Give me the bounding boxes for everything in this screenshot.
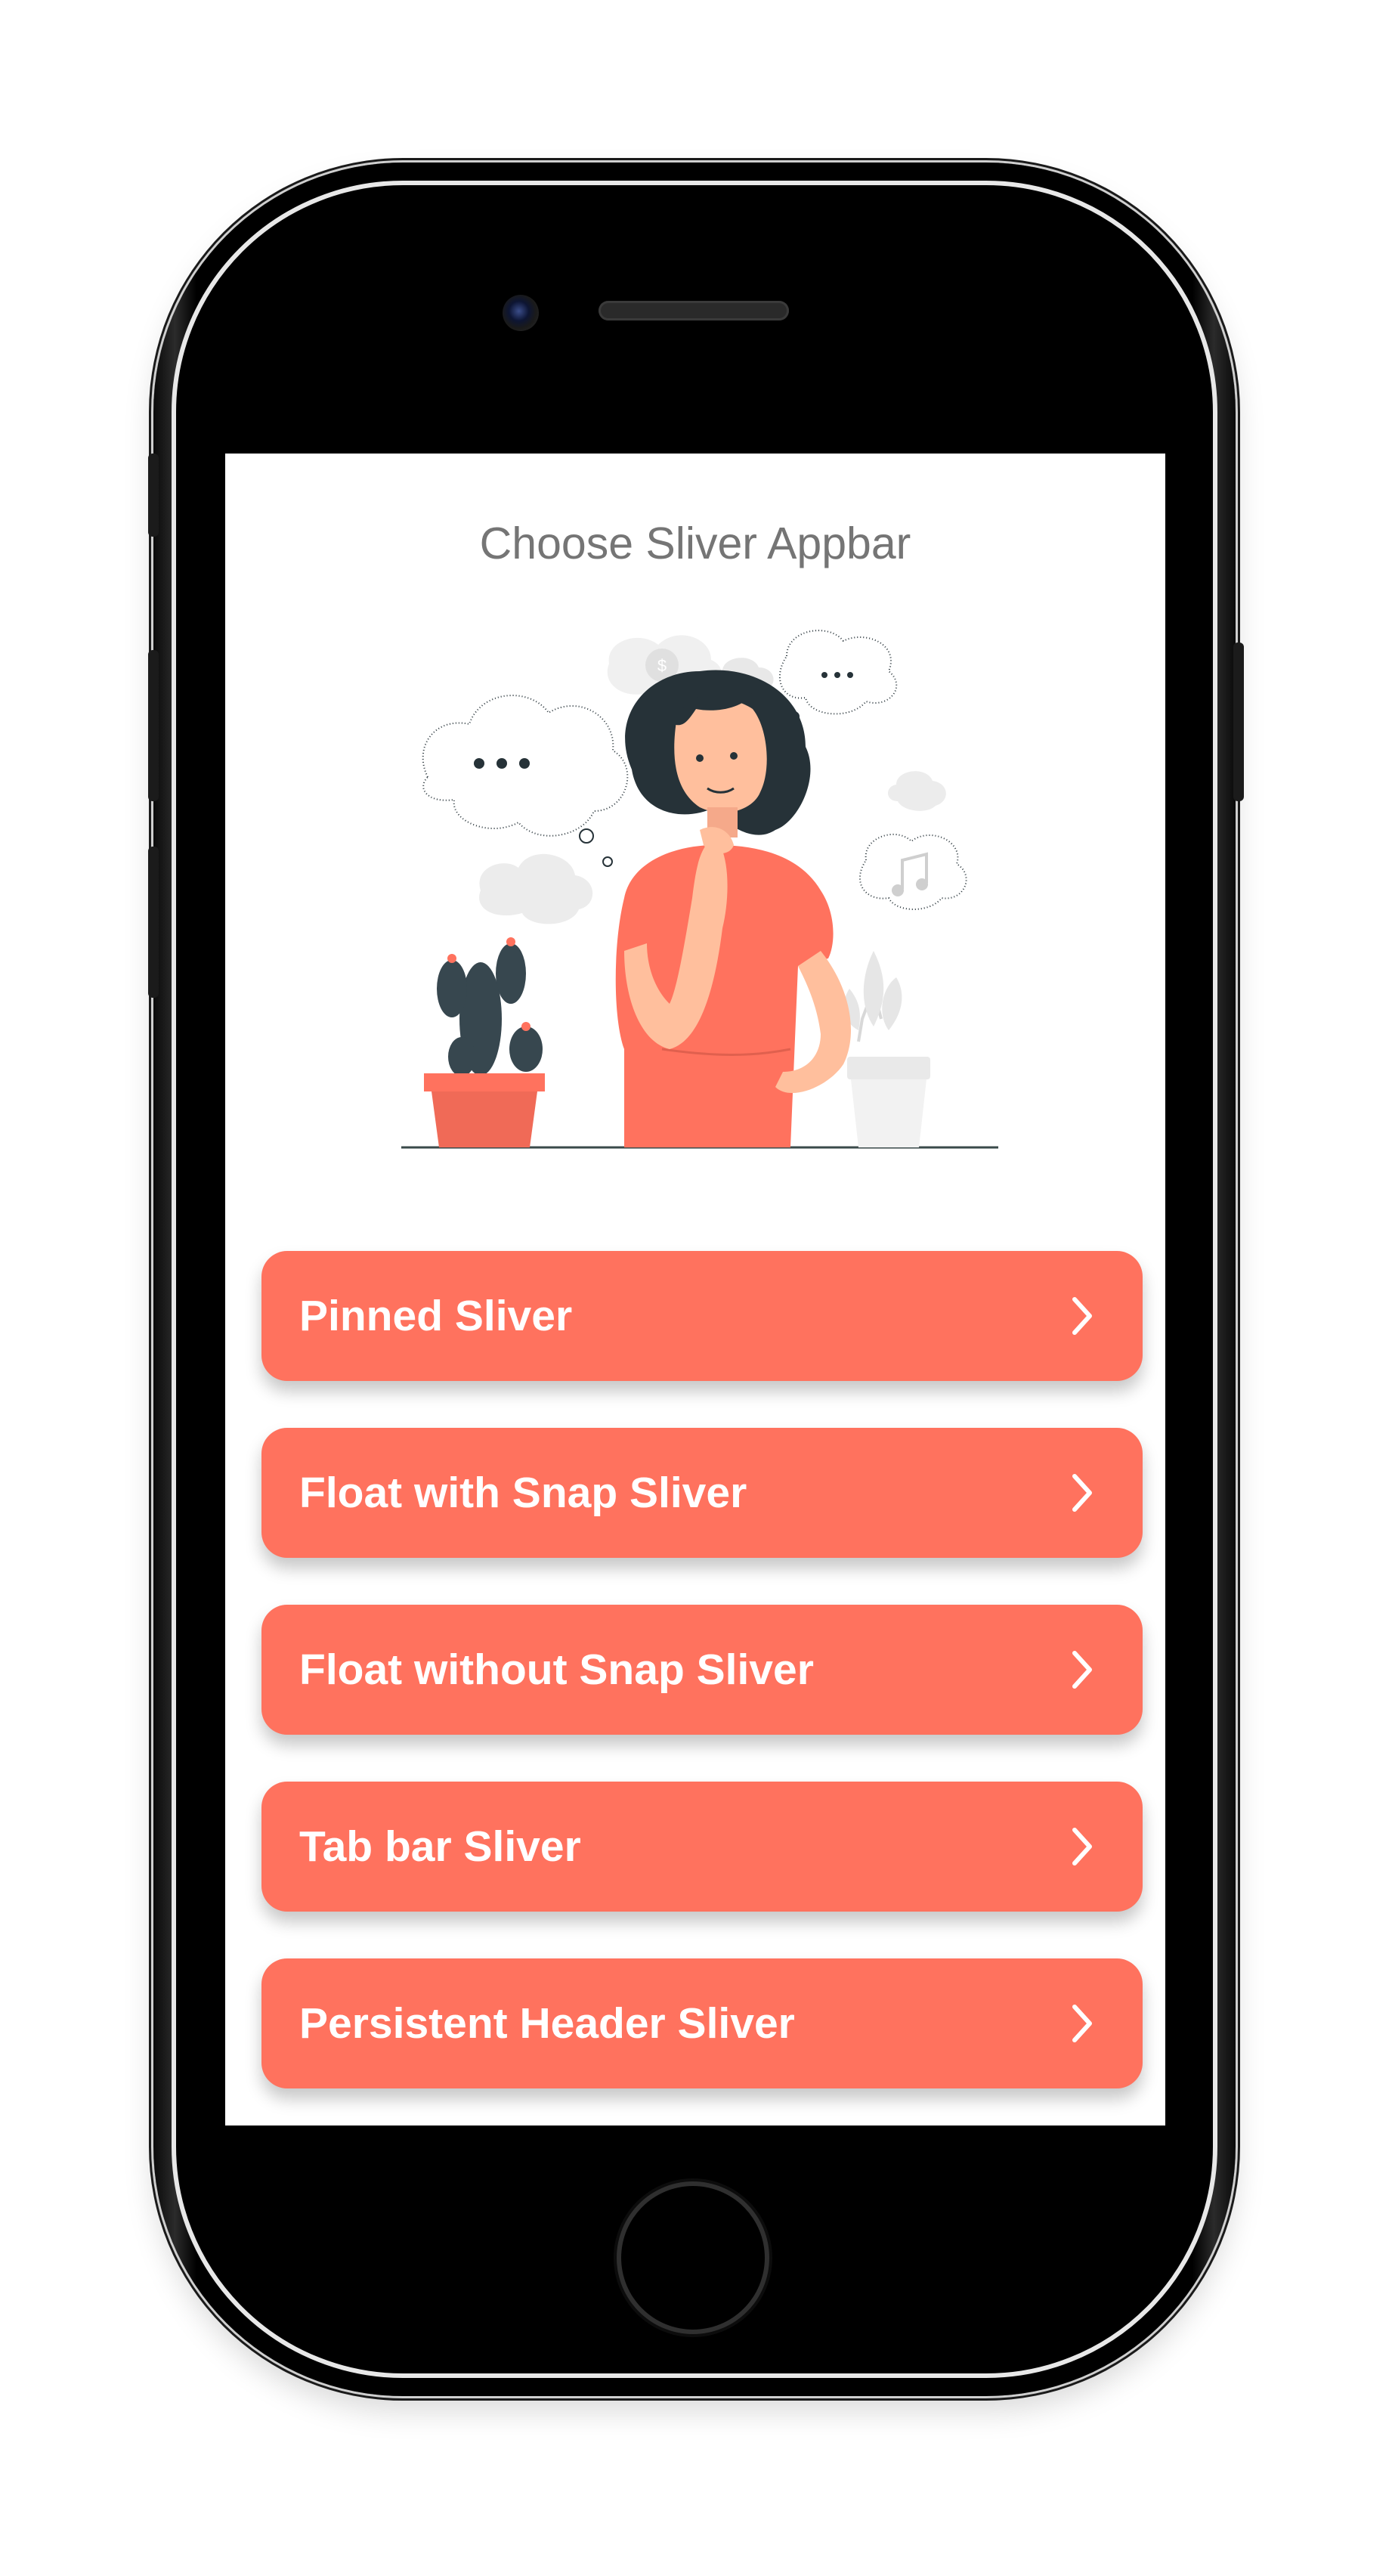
device-mockup: Choose Sliver Appbar $ Pinned Sliver Flo… (0, 0, 1392, 2576)
power-button (1233, 642, 1244, 801)
chevron-right-icon (1059, 1824, 1105, 1869)
volume-down-button (148, 847, 159, 998)
front-camera (503, 295, 539, 331)
chevron-right-icon (1059, 1647, 1105, 1692)
earpiece-speaker (599, 301, 789, 320)
volume-up-button (148, 650, 159, 801)
woman-figure (615, 670, 851, 1147)
home-button[interactable] (621, 2186, 765, 2330)
menu-item-label: Persistent Header Sliver (299, 1999, 795, 2048)
menu-item-float-with-snap-sliver[interactable]: Float with Snap Sliver (261, 1428, 1143, 1558)
chevron-right-icon (1059, 1293, 1105, 1339)
menu-item-persistent-header-sliver[interactable]: Persistent Header Sliver (261, 1958, 1143, 2088)
menu-item-label: Float without Snap Sliver (299, 1646, 814, 1694)
chevron-right-icon (1059, 2001, 1105, 2046)
cactus-icon (424, 937, 545, 1147)
thinking-woman-illustration: $ (401, 630, 998, 1149)
menu-item-label: Pinned Sliver (299, 1292, 573, 1340)
sliver-menu-list: Pinned Sliver Float with Snap Sliver Flo… (261, 1251, 1143, 2126)
page-title: Choose Sliver Appbar (479, 519, 911, 568)
menu-item-label: Float with Snap Sliver (299, 1469, 747, 1517)
mute-switch (148, 454, 159, 537)
menu-item-tab-bar-sliver[interactable]: Tab bar Sliver (261, 1782, 1143, 1912)
chevron-right-icon (1059, 1470, 1105, 1516)
menu-item-pinned-sliver[interactable]: Pinned Sliver (261, 1251, 1143, 1381)
speech-cloud-left (422, 695, 629, 867)
app-screen: Choose Sliver Appbar $ Pinned Sliver Flo… (225, 454, 1165, 2126)
svg-text:$: $ (657, 656, 667, 675)
menu-item-label: Tab bar Sliver (299, 1822, 581, 1871)
menu-item-float-without-snap-sliver[interactable]: Float without Snap Sliver (261, 1605, 1143, 1735)
